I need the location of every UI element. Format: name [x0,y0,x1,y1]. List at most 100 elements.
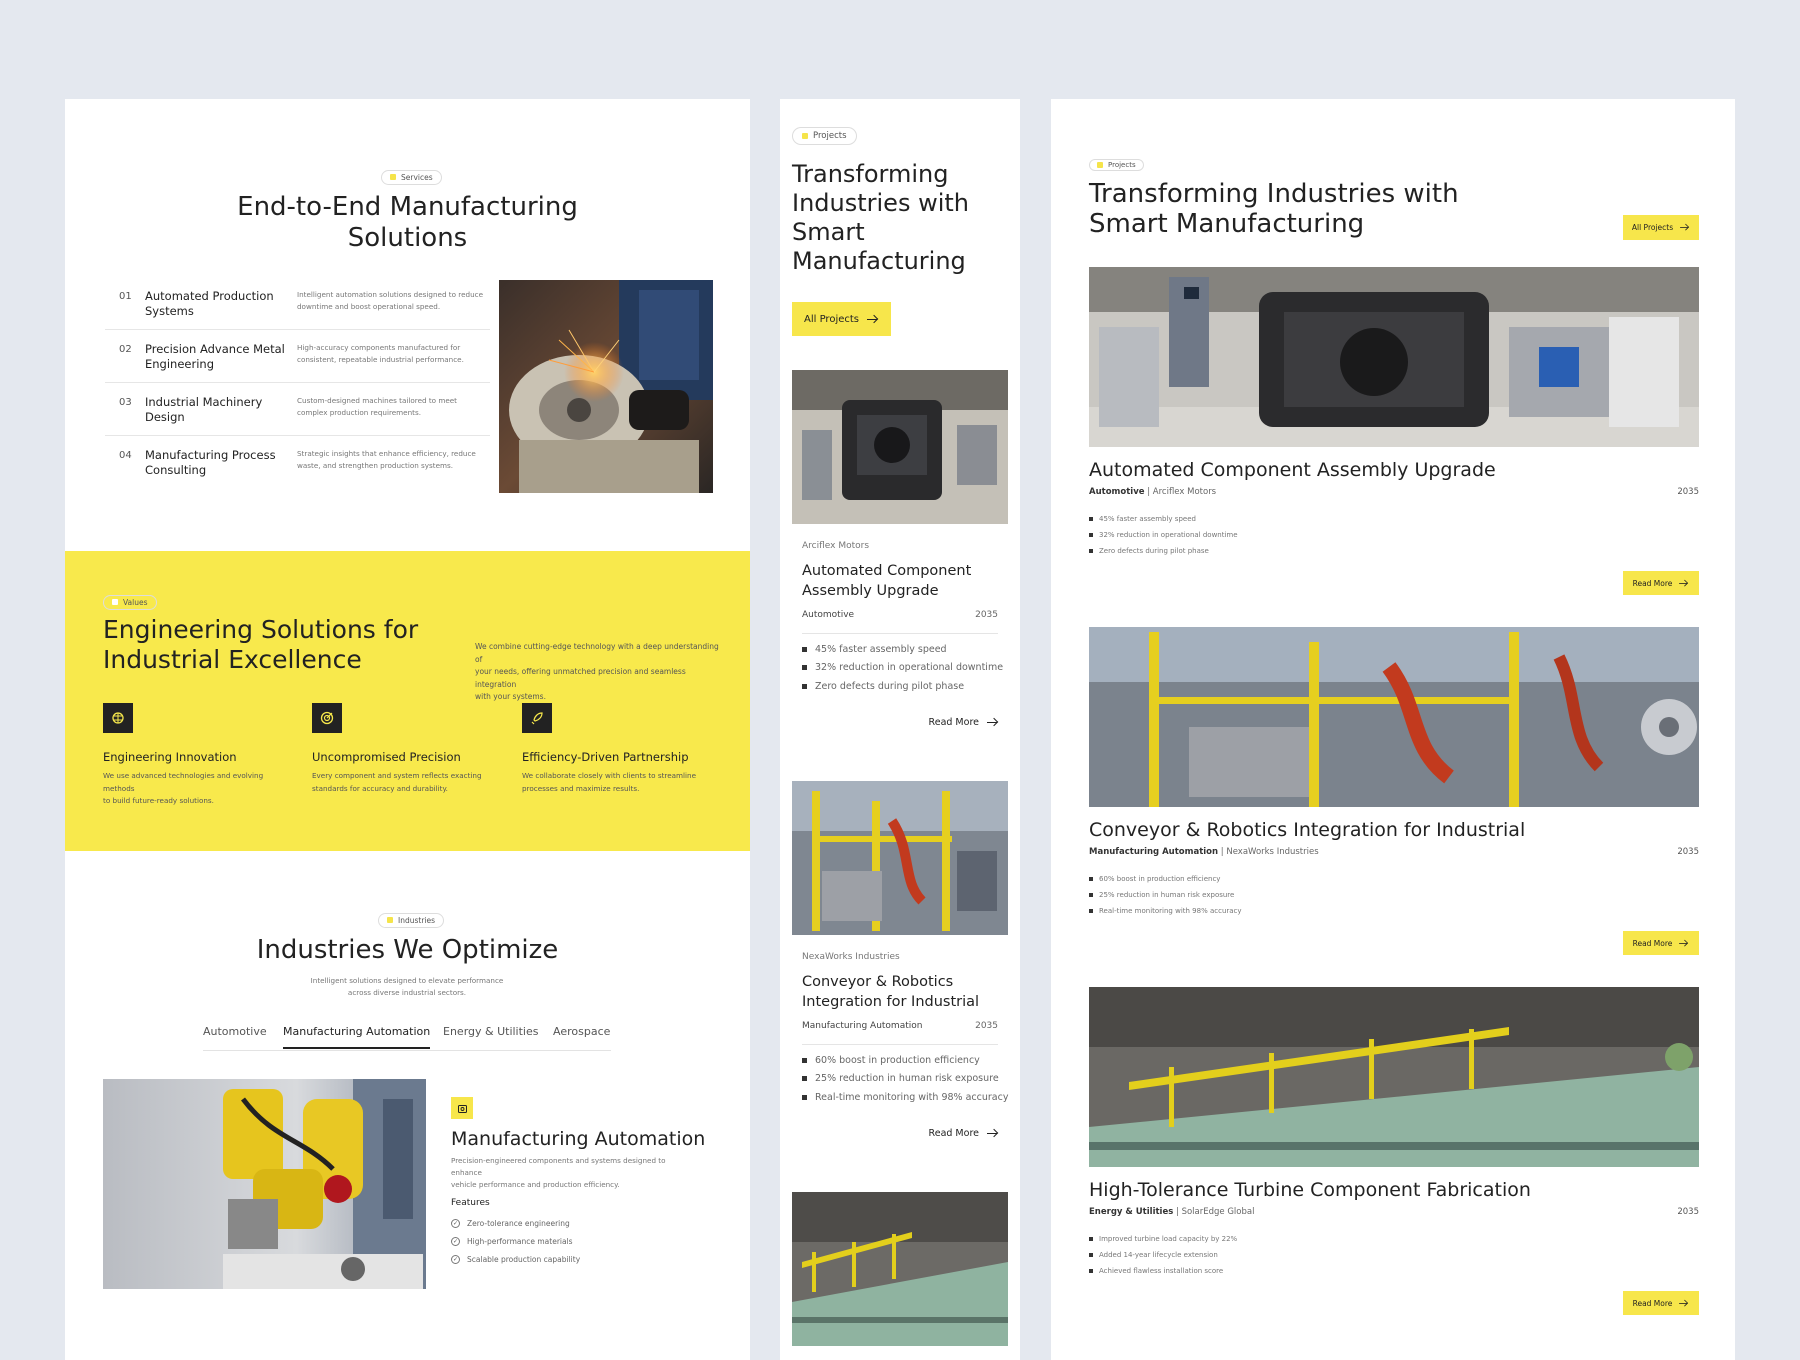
industry-detail-title: Manufacturing Automation [451,1128,706,1150]
all-projects-button[interactable]: All Projects [792,302,891,336]
turbine-fabrication-photo [1089,987,1699,1167]
card-meta: Automotive 2035 [802,610,998,620]
card-bullet: Real-time monitoring with 98% accuracy [802,1092,1008,1103]
divider [802,633,998,634]
metal-grinding-photo [499,280,713,493]
tab-manufacturing-automation[interactable]: Manufacturing Automation [283,1025,431,1049]
project-bullet: Real-time monitoring with 98% accuracy [1089,907,1242,915]
arrow-right-icon [1679,939,1689,946]
arrow-right-icon [987,1129,998,1138]
values-title: Engineering Solutions for Industrial Exc… [103,615,419,674]
values-description: We combine cutting-edge technology with … [475,642,719,701]
arrow-right-icon [867,315,878,324]
feature-item: ✓ Zero-tolerance engineering [451,1219,570,1228]
robotics-line-photo [1089,627,1699,807]
tag-dot-icon [802,133,808,139]
engine-assembly-photo [1089,267,1699,447]
project-title[interactable]: High-Tolerance Turbine Component Fabrica… [1089,1179,1531,1201]
brain-icon [103,703,133,733]
projects-tag: Projects [1089,153,1144,172]
all-projects-button[interactable]: All Projects [1623,215,1699,240]
read-more-button[interactable]: Read More [1623,931,1699,955]
feature-item: ✓ High-performance materials [451,1237,573,1246]
industry-tabs: Automotive Manufacturing Automation Ener… [203,1019,611,1051]
arrow-right-icon [1679,1299,1689,1306]
values-section: Values Engineering Solutions for Industr… [65,551,750,851]
service-name: Industrial Machinery Design [145,395,263,424]
services-page-panel: Services End-to-End Manufacturing Soluti… [65,99,750,1360]
card-bullet: Zero defects during pilot phase [802,681,964,692]
service-desc: Intelligent automation solutions designe… [297,290,483,311]
values-tag: Values [103,590,157,610]
card-meta: Manufacturing Automation 2035 [802,1021,998,1031]
services-title: End-to-End Manufacturing Solutions [237,192,578,253]
card-title[interactable]: Automated Component Assembly Upgrade [802,562,971,601]
value-card: Uncompromised Precision Every component … [312,703,502,795]
projects-tag: Projects [792,124,857,145]
tab-aerospace[interactable]: Aerospace [553,1025,610,1047]
service-name: Precision Advance Metal Engineering [145,342,285,371]
arrow-right-icon [1680,224,1689,231]
tab-automotive[interactable]: Automotive [203,1025,267,1047]
arrow-right-icon [1679,579,1689,586]
projects-desktop-panel: Projects Transforming Industries with Sm… [1051,99,1735,1360]
project-bullet: 25% reduction in human risk exposure [1089,891,1234,899]
features-label: Features [451,1198,490,1208]
turbine-fabrication-photo [792,1192,1008,1346]
tag-dot-icon [1097,162,1103,168]
project-bullet: Zero defects during pilot phase [1089,547,1209,555]
arrow-right-icon [987,718,998,727]
service-item[interactable]: 02 Precision Advance Metal Engineering Hi… [105,330,490,383]
project-meta: Energy & Utilities | SolarEdge Global 203… [1089,1207,1699,1217]
value-card: Engineering Innovation We use advanced t… [103,703,293,808]
robot-arm-photo [103,1079,426,1289]
industries-subtitle: Intelligent solutions designed to elevat… [310,976,504,997]
services-tag: Services [381,165,442,185]
check-circle-icon: ✓ [451,1237,460,1246]
service-desc: Custom-designed machines tailored to mee… [297,396,458,417]
rocket-icon [522,703,552,733]
project-bullet: Achieved flawless installation score [1089,1267,1223,1275]
service-item[interactable]: 03 Industrial Machinery Design Custom-des… [105,383,490,436]
project-bullet: 45% faster assembly speed [1089,515,1196,523]
card-bullet: 25% reduction in human risk exposure [802,1073,999,1084]
robotics-line-photo [792,781,1008,935]
service-item[interactable]: 04 Manufacturing Process Consulting Strat… [105,436,490,489]
read-more-button[interactable]: Read More [1623,571,1699,595]
industries-title: Industries We Optimize [256,935,559,965]
divider [802,1044,998,1045]
projects-title: Transforming Industries with Smart Manuf… [792,160,969,275]
feature-item: ✓ Scalable production capability [451,1255,581,1264]
tab-energy-utilities[interactable]: Energy & Utilities [443,1025,538,1047]
tag-dot-icon [390,174,396,180]
card-company: Arciflex Motors [802,541,870,551]
automation-icon [451,1097,473,1119]
service-name: Automated Production Systems [145,289,274,318]
projects-mobile-panel: Projects Transforming Industries with Sm… [780,99,1020,1360]
project-bullet: 32% reduction in operational downtime [1089,531,1238,539]
value-card: Efficiency-Driven Partnership We collabo… [522,703,712,795]
project-bullet: 60% boost in production efficiency [1089,875,1220,883]
read-more-link[interactable]: Read More [929,717,998,728]
service-item[interactable]: 01 Automated Production Systems Intellige… [105,277,490,330]
project-meta: Automotive | Arciflex Motors 2035 [1089,487,1699,497]
engine-assembly-photo [792,370,1008,524]
card-company: NexaWorks Industries [802,952,900,962]
check-circle-icon: ✓ [451,1255,460,1264]
card-bullet: 45% faster assembly speed [802,644,947,655]
card-bullet: 32% reduction in operational downtime [802,662,1003,673]
target-icon [312,703,342,733]
service-name: Manufacturing Process Consulting [145,448,276,477]
project-meta: Manufacturing Automation | NexaWorks Ind… [1089,847,1699,857]
card-title[interactable]: Conveyor & Robotics Integration for Indu… [802,973,979,1012]
service-desc: Strategic insights that enhance efficien… [297,449,476,470]
industries-tag: Industries [378,908,445,928]
project-title[interactable]: Conveyor & Robotics Integration for Indu… [1089,819,1525,841]
read-more-link[interactable]: Read More [929,1128,998,1139]
project-bullet: Improved turbine load capacity by 22% [1089,1235,1237,1243]
tag-dot-icon [387,917,393,923]
service-desc: High-accuracy components manufactured fo… [297,343,464,364]
read-more-button[interactable]: Read More [1623,1291,1699,1315]
industry-detail-desc: Precision-engineered components and syst… [451,1156,666,1189]
project-title[interactable]: Automated Component Assembly Upgrade [1089,459,1496,481]
